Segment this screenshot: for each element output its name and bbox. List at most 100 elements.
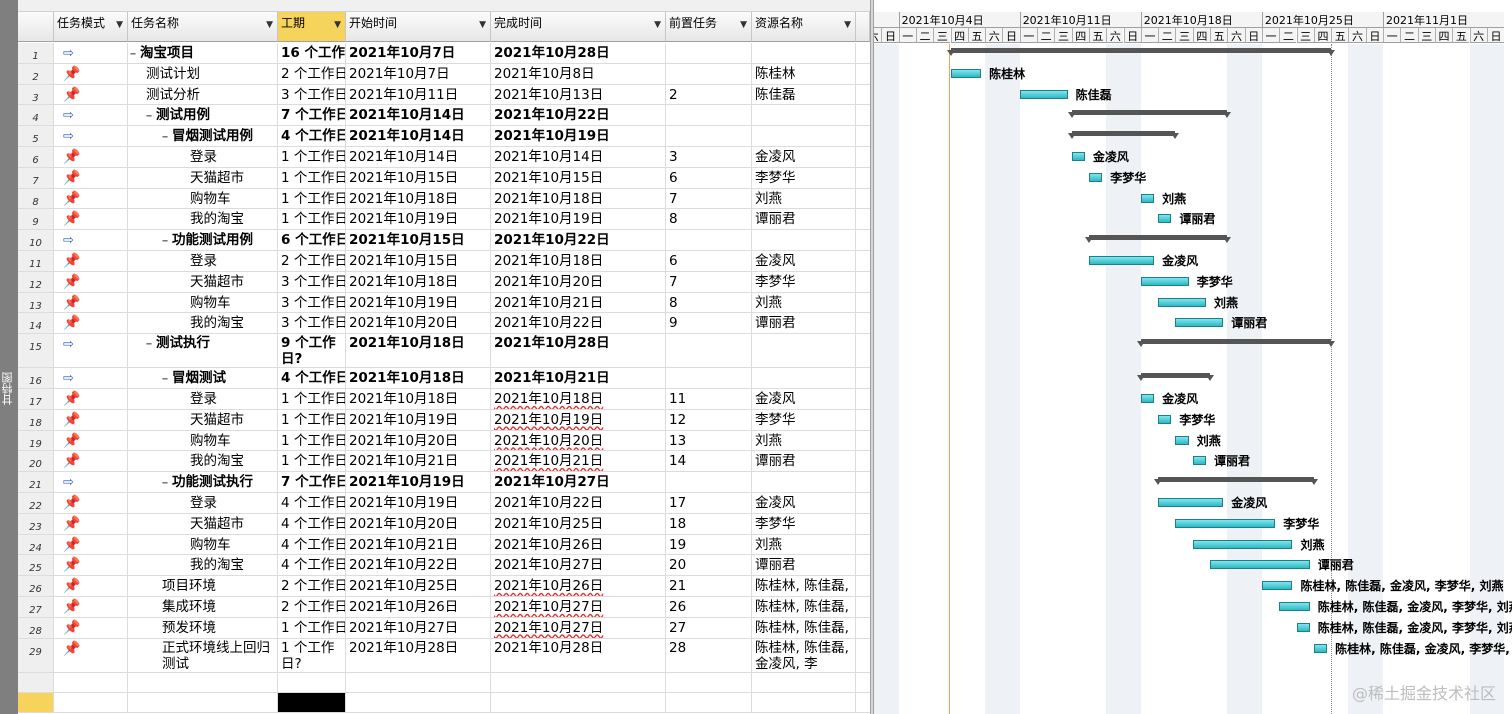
task-name-cell[interactable]: − 功能测试执行 (128, 472, 278, 492)
predecessor-cell[interactable]: 28 (666, 638, 752, 672)
empty-row[interactable] (18, 672, 870, 693)
predecessor-cell[interactable]: 12 (666, 409, 752, 430)
empty-cell[interactable] (666, 672, 752, 692)
row-number[interactable]: 20 (18, 451, 54, 472)
predecessor-cell[interactable]: 27 (666, 617, 752, 638)
empty-row[interactable] (18, 692, 870, 713)
empty-cell[interactable] (18, 692, 54, 712)
task-name-cell[interactable]: 天猫超市 (128, 513, 278, 534)
task-name-cell[interactable]: 天猫超市 (128, 409, 278, 430)
row-number[interactable]: 6 (18, 147, 54, 167)
duration-cell[interactable]: 1 个工作日 (278, 147, 346, 167)
predecessor-cell[interactable]: 8 (666, 209, 752, 230)
resource-cell[interactable]: 陈桂林, 陈佳磊, (752, 597, 856, 617)
table-row[interactable]: 29 📌 正式环境线上回归测试 1 个工作日? 2021年10月28日 2021年10月2… (18, 638, 870, 673)
row-number[interactable]: 5 (18, 126, 54, 146)
table-row[interactable]: 14 📌 我的淘宝 3 个工作日 2021年10月20日 2021年10月22日 9 谭丽君 (18, 313, 870, 335)
finish-cell[interactable]: 2021年10月19日 (491, 409, 666, 430)
start-cell[interactable]: 2021年10月28日 (346, 638, 491, 672)
duration-cell[interactable]: 1 个工作日 (278, 389, 346, 409)
row-number[interactable]: 11 (18, 251, 54, 271)
task-bar[interactable] (1210, 560, 1310, 570)
duration-cell[interactable]: 2 个工作日 (278, 597, 346, 617)
duration-cell[interactable]: 4 个工作日 (278, 126, 346, 146)
table-row[interactable]: 22 📌 登录 4 个工作日 2021年10月19日 2021年10月22日 17 金凌风 (18, 493, 870, 514)
summary-bar[interactable] (1136, 339, 1336, 348)
task-name-cell[interactable]: 我的淘宝 (128, 313, 278, 334)
task-mode-cell[interactable]: 📌 (54, 84, 128, 105)
resource-cell[interactable] (752, 368, 856, 388)
task-mode-cell[interactable]: 📌 (54, 188, 128, 209)
col-header-mode[interactable]: 任务模式 ▼ (54, 12, 128, 42)
table-row[interactable]: 18 📌 天猫超市 1 个工作日 2021年10月19日 2021年10月19日 12 李梦华 (18, 409, 870, 431)
task-name-cell[interactable]: 我的淘宝 (128, 451, 278, 472)
task-name-cell[interactable]: 购物车 (128, 430, 278, 451)
resource-cell[interactable] (752, 43, 856, 63)
finish-cell[interactable]: 2021年10月26日 (491, 576, 666, 596)
start-cell[interactable]: 2021年10月19日 (346, 472, 491, 492)
duration-cell[interactable]: 3 个工作日 (278, 313, 346, 334)
summary-bar[interactable] (1136, 373, 1215, 382)
col-header-finish[interactable]: 完成时间 ▼ (491, 12, 666, 42)
task-mode-cell[interactable]: ⇨ (54, 334, 128, 368)
table-row[interactable]: 15 ⇨ − 测试执行 9 个工作日? 2021年10月18日 2021年10月28日 (18, 334, 870, 369)
finish-cell[interactable]: 2021年10月22日 (491, 493, 666, 513)
task-mode-cell[interactable]: 📌 (54, 638, 128, 672)
finish-cell[interactable]: 2021年10月20日 (491, 271, 666, 292)
finish-cell[interactable]: 2021年10月22日 (491, 230, 666, 250)
start-cell[interactable]: 2021年10月20日 (346, 513, 491, 534)
predecessor-cell[interactable]: 20 (666, 555, 752, 576)
start-cell[interactable]: 2021年10月20日 (346, 313, 491, 334)
empty-cell[interactable] (54, 692, 128, 712)
empty-cell[interactable] (18, 672, 54, 692)
duration-cell[interactable]: 3 个工作日 (278, 271, 346, 292)
task-bar[interactable] (1158, 214, 1172, 224)
predecessor-cell[interactable]: 6 (666, 167, 752, 188)
resource-cell[interactable]: 金凌风 (752, 147, 856, 167)
start-cell[interactable]: 2021年10月14日 (346, 126, 491, 146)
table-row[interactable]: 20 📌 我的淘宝 1 个工作日 2021年10月21日 2021年10月21日 14 谭丽君 (18, 451, 870, 473)
empty-cell[interactable] (752, 672, 856, 692)
empty-cell[interactable] (278, 692, 346, 712)
start-cell[interactable]: 2021年10月19日 (346, 292, 491, 313)
finish-cell[interactable]: 2021年10月27日 (491, 555, 666, 576)
task-bar[interactable] (1279, 602, 1310, 611)
duration-cell[interactable]: 2 个工作日 (278, 63, 346, 84)
task-mode-cell[interactable]: ⇨ (54, 105, 128, 126)
resource-cell[interactable]: 陈桂林 (752, 63, 856, 84)
row-number[interactable]: 7 (18, 167, 54, 188)
empty-cell[interactable] (491, 692, 666, 712)
table-row[interactable]: 26 📌 项目环境 2 个工作日 2021年10月25日 2021年10月26日 21 陈桂林… (18, 576, 870, 597)
table-row[interactable]: 25 📌 我的淘宝 4 个工作日 2021年10月22日 2021年10月27日 20 谭丽君 (18, 555, 870, 577)
task-mode-cell[interactable]: 📌 (54, 251, 128, 271)
row-number[interactable]: 19 (18, 430, 54, 451)
empty-cell[interactable] (752, 692, 856, 712)
row-number[interactable]: 2 (18, 63, 54, 84)
task-mode-cell[interactable]: 📌 (54, 451, 128, 472)
task-bar[interactable] (950, 68, 982, 78)
duration-cell[interactable]: 1 个工作日 (278, 451, 346, 472)
finish-cell[interactable]: 2021年10月27日 (491, 472, 666, 492)
task-name-cell[interactable]: 测试计划 (128, 63, 278, 84)
duration-cell[interactable]: 2 个工作日 (278, 576, 346, 596)
predecessor-cell[interactable]: 18 (666, 513, 752, 534)
finish-cell[interactable]: 2021年10月15日 (491, 167, 666, 188)
task-name-cell[interactable]: 登录 (128, 251, 278, 271)
table-row[interactable]: 13 📌 购物车 3 个工作日 2021年10月19日 2021年10月21日 8 刘燕 (18, 292, 870, 314)
start-cell[interactable]: 2021年10月25日 (346, 576, 491, 596)
duration-cell[interactable]: 2 个工作日 (278, 251, 346, 271)
predecessor-cell[interactable]: 7 (666, 188, 752, 209)
row-number[interactable]: 27 (18, 597, 54, 617)
duration-cell[interactable]: 9 个工作日? (278, 334, 346, 368)
predecessor-cell[interactable]: 13 (666, 430, 752, 451)
task-name-cell[interactable]: 我的淘宝 (128, 555, 278, 576)
col-header-name[interactable]: 任务名称 ▼ (128, 12, 278, 42)
predecessor-cell[interactable]: 6 (666, 251, 752, 271)
resource-cell[interactable] (752, 105, 856, 126)
task-mode-cell[interactable]: 📌 (54, 271, 128, 292)
table-row[interactable]: 5 ⇨ − 冒烟测试用例 4 个工作日 2021年10月14日 2021年10月19日 (18, 126, 870, 147)
finish-cell[interactable]: 2021年10月13日 (491, 84, 666, 105)
task-mode-cell[interactable]: 📌 (54, 597, 128, 617)
task-bar[interactable] (1313, 643, 1328, 653)
table-row[interactable]: 27 📌 集成环境 2 个工作日 2021年10月26日 2021年10月27日 26 陈桂林… (18, 597, 870, 618)
